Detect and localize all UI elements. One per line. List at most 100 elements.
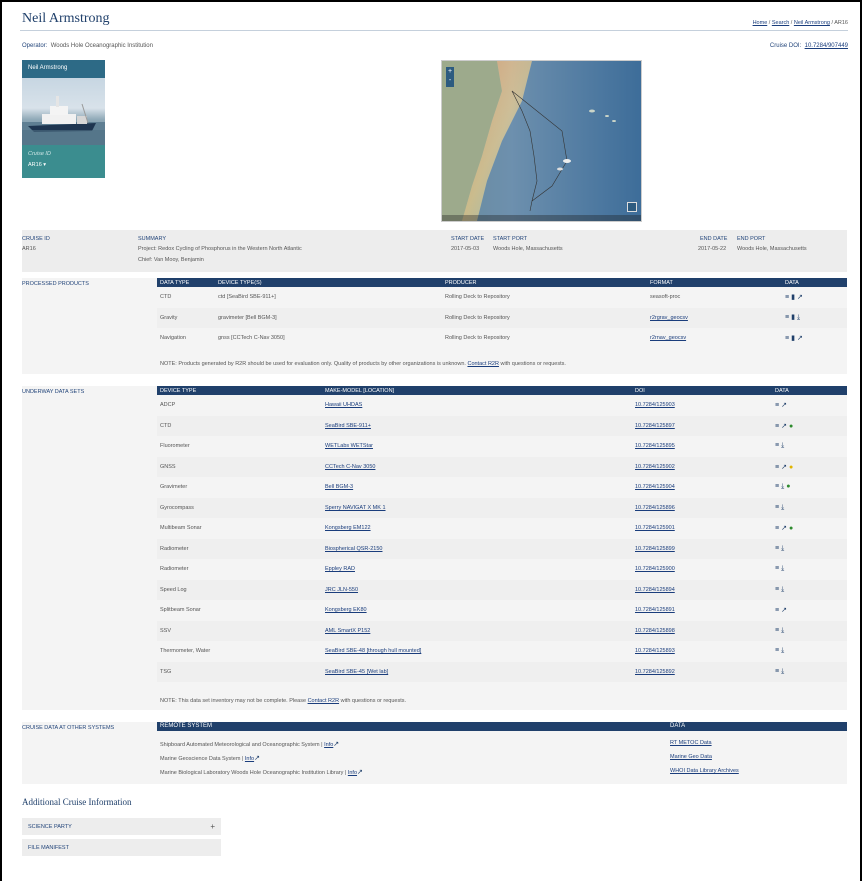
- info-link[interactable]: Info: [348, 770, 357, 776]
- other-systems-section: [22, 722, 847, 784]
- external-link-icon[interactable]: ↗: [797, 293, 803, 301]
- list-icon[interactable]: ≡: [775, 545, 779, 552]
- external-link-icon[interactable]: ↗: [781, 606, 787, 614]
- file-icon[interactable]: ▮: [791, 293, 795, 301]
- external-link-icon[interactable]: ↗: [781, 463, 787, 471]
- cruise-doi-link[interactable]: 10.7284/907449: [805, 43, 848, 49]
- list-icon[interactable]: ≡: [775, 402, 779, 409]
- doi-link[interactable]: 10.7284/125895: [635, 443, 675, 449]
- list-icon[interactable]: ≡: [785, 335, 789, 342]
- breadcrumb-vessel[interactable]: Neil Armstrong: [794, 20, 830, 26]
- doi-link[interactable]: 10.7284/125892: [635, 669, 675, 675]
- model-link[interactable]: CCTech C-Nav 3050: [325, 464, 375, 470]
- contact-r2r-link[interactable]: Contact R2R: [467, 361, 499, 367]
- table-header-row: DATA TYPE DEVICE TYPE(S) PRODUCER FORMAT…: [157, 278, 847, 287]
- model-link[interactable]: WETLabs WETStar: [325, 443, 373, 449]
- model-link[interactable]: Eppley RAD: [325, 566, 355, 572]
- download-icon[interactable]: ⤓: [781, 504, 784, 512]
- list-icon[interactable]: ≡: [775, 627, 779, 634]
- device-cell: GNSS: [157, 456, 322, 477]
- table-row: Radiometer Eppley RAD 10.7284/125900 ≡ ⤓: [157, 559, 847, 580]
- external-link-icon[interactable]: ↗: [781, 401, 787, 409]
- page-title: Neil Armstrong: [22, 11, 110, 26]
- external-link-icon[interactable]: ↗: [781, 524, 787, 532]
- remote-data-link[interactable]: Marine Geo Data: [670, 754, 712, 760]
- remote-data-link[interactable]: RT METOC Data: [670, 740, 712, 746]
- list-icon[interactable]: ≡: [775, 442, 779, 449]
- zoom-in-button[interactable]: +: [446, 67, 454, 76]
- external-link-icon[interactable]: ↗: [797, 334, 803, 342]
- table-row: TSG SeaBird SBE-45 [Wet lab] 10.7284/12589…: [157, 661, 847, 682]
- model-link[interactable]: Kongsberg EM122: [325, 525, 371, 531]
- doi-link[interactable]: 10.7284/125901: [635, 525, 675, 531]
- model-link[interactable]: Bell BGM-3: [325, 484, 353, 490]
- table-row: CTD ctd [SeaBird SBE-911+] Rolling Deck …: [157, 287, 847, 308]
- doi-link[interactable]: 10.7284/125897: [635, 423, 675, 429]
- list-icon[interactable]: ≡: [785, 314, 789, 321]
- list-icon[interactable]: ≡: [775, 504, 779, 511]
- download-icon[interactable]: ⤓: [797, 314, 800, 322]
- format-link[interactable]: r2rnav_geocsv: [650, 335, 686, 341]
- file-icon[interactable]: ▮: [791, 334, 795, 342]
- doi-link[interactable]: 10.7284/125894: [635, 587, 675, 593]
- model-link[interactable]: Sperry NAVIGAT X MK 1: [325, 505, 386, 511]
- list-icon[interactable]: ≡: [775, 464, 779, 471]
- doi-link[interactable]: 10.7284/125899: [635, 546, 675, 552]
- remote-system-row: Shipboard Automated Meteorological and O…: [160, 741, 340, 748]
- col-data: DATA: [782, 278, 847, 287]
- model-link[interactable]: JRC JLN-550: [325, 587, 358, 593]
- list-icon[interactable]: ≡: [775, 586, 779, 593]
- model-link[interactable]: SeaBird SBE-48 [through hull mounted]: [325, 648, 421, 654]
- file-icon[interactable]: ▮: [791, 313, 795, 321]
- data-icons-cell: ≡ ↗ ●: [772, 518, 847, 539]
- external-link-icon[interactable]: ↗: [781, 422, 787, 430]
- file-manifest-accordion[interactable]: FILE MANIFEST: [22, 839, 221, 856]
- fullscreen-icon[interactable]: [627, 202, 637, 212]
- list-icon[interactable]: ≡: [775, 423, 779, 430]
- list-icon[interactable]: ≡: [775, 525, 779, 532]
- doi-link[interactable]: 10.7284/125903: [635, 402, 675, 408]
- cruise-track-map[interactable]: + -: [441, 60, 642, 222]
- model-link[interactable]: Hawaii UHDAS: [325, 402, 362, 408]
- zoom-out-button[interactable]: -: [446, 76, 454, 85]
- list-icon[interactable]: ≡: [775, 607, 779, 614]
- download-icon[interactable]: ⤓: [781, 668, 784, 676]
- download-icon[interactable]: ⤓: [781, 545, 784, 553]
- download-icon[interactable]: ⤓: [781, 483, 784, 491]
- doi-link[interactable]: 10.7284/125891: [635, 607, 675, 613]
- cruise-id-label: Cruise ID: [28, 151, 51, 157]
- model-link[interactable]: AML SmartX P152: [325, 628, 370, 634]
- list-icon[interactable]: ≡: [775, 565, 779, 572]
- doi-link[interactable]: 10.7284/125900: [635, 566, 675, 572]
- doi-link[interactable]: 10.7284/125898: [635, 628, 675, 634]
- download-icon[interactable]: ⤓: [781, 442, 784, 450]
- download-icon[interactable]: ⤓: [781, 586, 784, 594]
- breadcrumb-search[interactable]: Search: [772, 20, 789, 26]
- doi-link[interactable]: 10.7284/125896: [635, 505, 675, 511]
- doi-link[interactable]: 10.7284/125902: [635, 464, 675, 470]
- data-type-cell: Navigation: [160, 335, 186, 342]
- science-party-accordion[interactable]: SCIENCE PARTY +: [22, 818, 221, 835]
- model-link[interactable]: Kongsberg EK80: [325, 607, 367, 613]
- info-link[interactable]: Info: [245, 756, 254, 762]
- remote-data-link[interactable]: WHOI Data Library Archives: [670, 768, 739, 774]
- doi-link[interactable]: 10.7284/125893: [635, 648, 675, 654]
- list-icon[interactable]: ≡: [775, 668, 779, 675]
- cruise-id-dropdown[interactable]: AR16 ▾: [28, 162, 46, 168]
- contact-r2r-link[interactable]: Contact R2R: [308, 698, 340, 704]
- plus-icon[interactable]: +: [210, 822, 215, 831]
- download-icon[interactable]: ⤓: [781, 647, 784, 655]
- underway-label: UNDERWAY DATA SETS: [22, 389, 85, 395]
- list-icon[interactable]: ≡: [775, 483, 779, 490]
- download-icon[interactable]: ⤓: [781, 565, 784, 573]
- download-icon[interactable]: ⤓: [781, 627, 784, 635]
- format-link[interactable]: r2rgrav_geocsv: [650, 315, 688, 321]
- list-icon[interactable]: ≡: [775, 647, 779, 654]
- model-link[interactable]: SeaBird SBE-911+: [325, 423, 371, 429]
- model-link[interactable]: SeaBird SBE-45 [Wet lab]: [325, 669, 388, 675]
- info-link[interactable]: Info: [324, 742, 333, 748]
- list-icon[interactable]: ≡: [785, 294, 789, 301]
- model-link[interactable]: Biospherical QSR-2150: [325, 546, 382, 552]
- breadcrumb-home[interactable]: Home: [753, 20, 768, 26]
- doi-link[interactable]: 10.7284/125904: [635, 484, 675, 490]
